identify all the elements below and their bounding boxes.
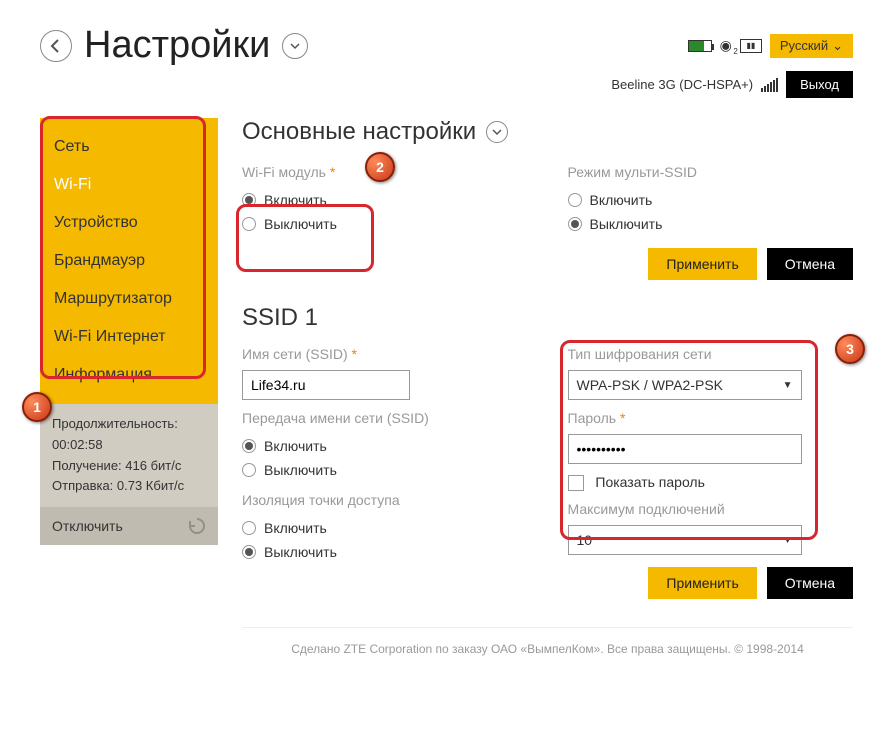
max-conn-select[interactable]: 10▼ [568,525,802,555]
sim-icon: ▮▮ [740,39,762,53]
callout-badge-1: 1 [22,392,52,422]
ssid-name-input[interactable] [242,370,410,400]
duration-value: 00:02:58 [52,435,206,456]
sidebar-item-device[interactable]: Устройство [40,204,218,242]
password-input[interactable] [568,434,802,464]
radio-icon [242,217,256,231]
connection-status: Beeline 3G (DC-HSPA+) [611,77,753,92]
exit-button[interactable]: Выход [786,71,853,98]
title-dropdown[interactable] [282,33,308,59]
callout-badge-2: 2 [365,152,395,182]
sidebar-nav: Сеть Wi-Fi Устройство Брандмауэр Маршрут… [40,118,218,404]
footer-text: Сделано ZTE Corporation по заказу ОАО «В… [242,627,853,656]
battery-icon [688,40,712,52]
cancel-button-basic[interactable]: Отмена [767,248,853,280]
radio-icon [242,545,256,559]
show-password-label: Показать пароль [595,474,705,490]
radio-icon [568,193,582,207]
arrow-left-icon [48,38,64,54]
language-selector[interactable]: Русский ⌄ [770,34,853,58]
multi-ssid-on-radio[interactable]: Включить [568,188,854,212]
refresh-icon [188,517,206,535]
cancel-button-ssid[interactable]: Отмена [767,567,853,599]
tx-stat: Отправка: 0.73 Кбит/с [52,476,206,497]
isolation-off-radio[interactable]: Выключить [242,540,528,564]
wifi-module-off-radio[interactable]: Выключить [242,212,528,236]
chevron-down-icon [491,126,503,138]
signal-icon [761,78,778,92]
ssid-section-title: SSID 1 [242,304,853,332]
radio-icon [242,463,256,477]
sidebar-item-firewall[interactable]: Брандмауэр [40,242,218,280]
ssid-name-label: Имя сети (SSID) * [242,346,528,362]
radio-icon [242,521,256,535]
disconnect-label: Отключить [52,518,123,534]
radio-icon [242,439,256,453]
chevron-down-icon [289,40,301,52]
sidebar-item-info[interactable]: Информация [40,356,218,394]
multi-ssid-off-radio[interactable]: Выключить [568,212,854,236]
chevron-down-icon: ⌄ [832,38,843,54]
wifi-module-on-radio[interactable]: Включить [242,188,528,212]
disconnect-button[interactable]: Отключить [40,507,218,545]
rx-stat: Получение: 416 бит/с [52,456,206,477]
sidebar-item-wifi[interactable]: Wi-Fi [40,166,218,204]
broadcast-label: Передача имени сети (SSID) [242,410,528,426]
apply-button-ssid[interactable]: Применить [648,567,756,599]
sidebar-item-router[interactable]: Маршрутизатор [40,280,218,318]
broadcast-on-radio[interactable]: Включить [242,434,528,458]
back-button[interactable] [40,30,72,62]
sidebar-item-wifi-internet[interactable]: Wi-Fi Интернет [40,318,218,356]
section-dropdown[interactable] [486,121,508,143]
multi-ssid-label: Режим мульти-SSID [568,164,854,180]
isolation-on-radio[interactable]: Включить [242,516,528,540]
isolation-label: Изоляция точки доступа [242,492,528,508]
duration-label: Продолжительность: [52,414,206,435]
wifi-icon: ◉2 [720,37,732,54]
chevron-down-icon: ▼ [783,535,793,546]
show-password-checkbox[interactable] [568,475,584,491]
encryption-select[interactable]: WPA-PSK / WPA2-PSK▼ [568,370,802,400]
connection-stats: Продолжительность: 00:02:58 Получение: 4… [40,404,218,507]
section-title: Основные настройки [242,118,476,146]
max-conn-label: Максимум подключений [568,501,854,517]
password-label: Пароль * [568,410,854,426]
broadcast-off-radio[interactable]: Выключить [242,458,528,482]
apply-button-basic[interactable]: Применить [648,248,756,280]
callout-badge-3: 3 [835,334,865,364]
sidebar-item-network[interactable]: Сеть [40,128,218,166]
page-title: Настройки [84,24,270,67]
encryption-label: Тип шифрования сети [568,346,854,362]
radio-icon [242,193,256,207]
chevron-down-icon: ▼ [783,380,793,391]
radio-icon [568,217,582,231]
language-label: Русский [780,38,828,53]
